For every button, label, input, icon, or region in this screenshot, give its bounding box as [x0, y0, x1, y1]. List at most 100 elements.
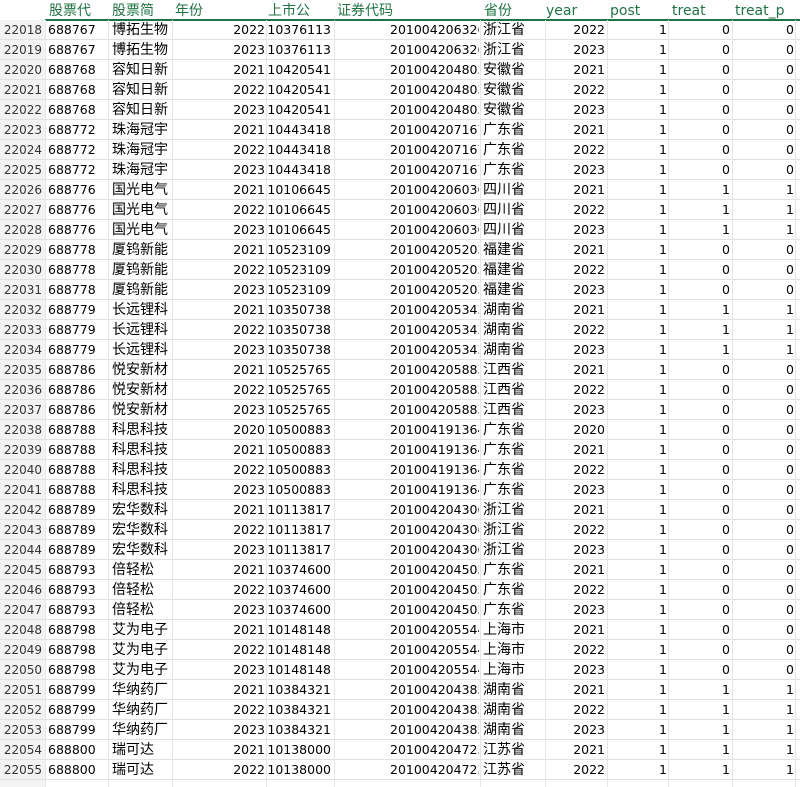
- province-cell[interactable]: 广东省: [483, 560, 533, 580]
- security-code-cell[interactable]: 201004204385: [390, 680, 479, 700]
- province-cell[interactable]: 广东省: [483, 440, 533, 460]
- stock-code-cell[interactable]: 688776: [48, 220, 108, 240]
- treat-p-cell[interactable]: 0: [760, 60, 794, 80]
- security-code-cell[interactable]: 201004204803: [390, 80, 479, 100]
- header-cell-treat-p[interactable]: treat_p: [735, 0, 800, 20]
- stock-code-cell[interactable]: 688767: [48, 20, 108, 40]
- stock-code-cell[interactable]: 688767: [48, 40, 108, 60]
- year-cn-cell[interactable]: 2021: [225, 680, 265, 700]
- post-cell[interactable]: 1: [640, 40, 667, 60]
- stock-name-cell[interactable]: 厦钨新能: [112, 280, 174, 300]
- province-cell[interactable]: 四川省: [483, 180, 533, 200]
- header-cell-year[interactable]: year: [546, 0, 596, 20]
- post-cell[interactable]: 1: [640, 240, 667, 260]
- security-code-cell[interactable]: 201004206326: [390, 20, 479, 40]
- treat-cell[interactable]: 1: [700, 200, 730, 220]
- year-cell[interactable]: 2022: [570, 380, 605, 400]
- year-cn-cell[interactable]: 2022: [225, 140, 265, 160]
- year-cn-cell[interactable]: 2022: [225, 640, 265, 660]
- listed-company-cell[interactable]: 10500883: [266, 420, 331, 440]
- post-cell[interactable]: 1: [640, 120, 667, 140]
- header-cell-security-code[interactable]: 证券代码: [337, 0, 415, 20]
- security-code-cell[interactable]: 201004191364: [390, 440, 479, 460]
- year-cn-cell[interactable]: 2021: [225, 740, 265, 760]
- stock-name-cell[interactable]: 宏华数科: [112, 540, 174, 560]
- stock-code-cell[interactable]: 688798: [48, 660, 108, 680]
- year-cell[interactable]: 2021: [570, 360, 605, 380]
- header-cell-stock-name[interactable]: 股票简: [112, 0, 172, 20]
- province-cell[interactable]: 湖南省: [483, 340, 533, 360]
- year-cn-cell[interactable]: 2023: [225, 220, 265, 240]
- province-cell[interactable]: 广东省: [483, 160, 533, 180]
- post-cell[interactable]: 1: [640, 140, 667, 160]
- header-cell-listed-company[interactable]: 上市公: [268, 0, 334, 20]
- treat-p-cell[interactable]: 0: [760, 640, 794, 660]
- stock-name-cell[interactable]: 科思科技: [112, 420, 174, 440]
- treat-cell[interactable]: 0: [700, 380, 730, 400]
- treat-cell[interactable]: 1: [700, 700, 730, 720]
- province-cell[interactable]: 湖南省: [483, 300, 533, 320]
- treat-p-cell[interactable]: 1: [760, 740, 794, 760]
- province-cell[interactable]: 广东省: [483, 460, 533, 480]
- province-cell[interactable]: 安徽省: [483, 100, 533, 120]
- stock-code-cell[interactable]: 688778: [48, 280, 108, 300]
- security-code-cell[interactable]: 201004206036: [390, 200, 479, 220]
- listed-company-cell[interactable]: 10113817: [266, 520, 331, 540]
- post-cell[interactable]: 1: [640, 720, 667, 740]
- post-cell[interactable]: 1: [640, 440, 667, 460]
- stock-name-cell[interactable]: 珠海冠宇: [112, 120, 174, 140]
- year-cell[interactable]: 2021: [570, 620, 605, 640]
- stock-name-cell[interactable]: 珠海冠宇: [112, 140, 174, 160]
- year-cn-cell[interactable]: 2023: [225, 160, 265, 180]
- treat-p-cell[interactable]: 0: [760, 360, 794, 380]
- treat-cell[interactable]: 0: [700, 240, 730, 260]
- listed-company-cell[interactable]: 10443418: [266, 120, 331, 140]
- post-cell[interactable]: 1: [640, 300, 667, 320]
- post-cell[interactable]: 1: [640, 100, 667, 120]
- stock-name-cell[interactable]: 长远锂科: [112, 320, 174, 340]
- header-cell-treat[interactable]: treat: [672, 0, 722, 20]
- year-cell[interactable]: 2022: [570, 520, 605, 540]
- stock-code-cell[interactable]: 688789: [48, 520, 108, 540]
- treat-cell[interactable]: 0: [700, 660, 730, 680]
- province-cell[interactable]: 广东省: [483, 600, 533, 620]
- listed-company-cell[interactable]: 10376113: [266, 40, 331, 60]
- stock-name-cell[interactable]: 厦钨新能: [112, 260, 174, 280]
- stock-name-cell[interactable]: 国光电气: [112, 220, 174, 240]
- treat-p-cell[interactable]: 0: [760, 240, 794, 260]
- listed-company-cell[interactable]: 10113817: [266, 540, 331, 560]
- listed-company-cell[interactable]: 10138000: [266, 760, 331, 780]
- post-cell[interactable]: 1: [640, 500, 667, 520]
- treat-p-cell[interactable]: 0: [760, 40, 794, 60]
- listed-company-cell[interactable]: 10106645: [266, 180, 331, 200]
- post-cell[interactable]: 1: [640, 260, 667, 280]
- province-cell[interactable]: 四川省: [483, 220, 533, 240]
- treat-cell[interactable]: 1: [700, 220, 730, 240]
- year-cell[interactable]: 2023: [570, 280, 605, 300]
- year-cn-cell[interactable]: 2022: [225, 580, 265, 600]
- treat-p-cell[interactable]: 0: [760, 140, 794, 160]
- stock-code-cell[interactable]: 688800: [48, 760, 108, 780]
- year-cell[interactable]: 2023: [570, 720, 605, 740]
- security-code-cell[interactable]: 201004191364: [390, 460, 479, 480]
- stock-name-cell[interactable]: 倍轻松: [112, 560, 174, 580]
- treat-cell[interactable]: 1: [700, 680, 730, 700]
- listed-company-cell[interactable]: 10420541: [266, 60, 331, 80]
- treat-p-cell[interactable]: 0: [760, 120, 794, 140]
- treat-p-cell[interactable]: 0: [760, 540, 794, 560]
- post-cell[interactable]: 1: [640, 760, 667, 780]
- year-cell[interactable]: 2021: [570, 440, 605, 460]
- security-code-cell[interactable]: 201004205544: [390, 620, 479, 640]
- stock-code-cell[interactable]: 688768: [48, 60, 108, 80]
- listed-company-cell[interactable]: 10148148: [266, 660, 331, 680]
- year-cell[interactable]: 2021: [570, 60, 605, 80]
- treat-cell[interactable]: 0: [700, 80, 730, 100]
- treat-cell[interactable]: 1: [700, 180, 730, 200]
- stock-code-cell[interactable]: 688799: [48, 680, 108, 700]
- post-cell[interactable]: 1: [640, 320, 667, 340]
- stock-name-cell[interactable]: 悦安新材: [112, 360, 174, 380]
- security-code-cell[interactable]: 201004205343: [390, 300, 479, 320]
- listed-company-cell[interactable]: 10443418: [266, 160, 331, 180]
- year-cell[interactable]: 2022: [570, 80, 605, 100]
- treat-p-cell[interactable]: 0: [760, 560, 794, 580]
